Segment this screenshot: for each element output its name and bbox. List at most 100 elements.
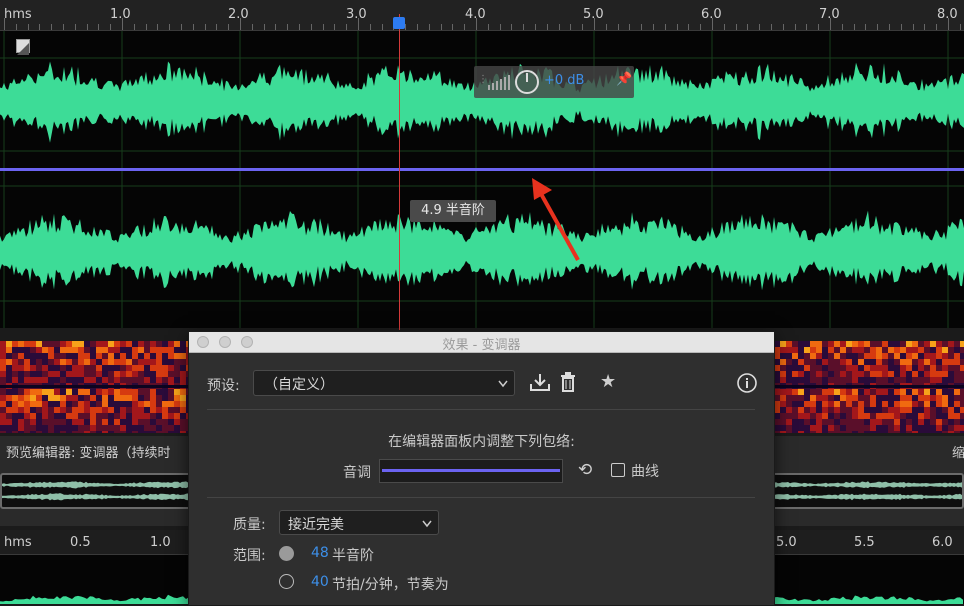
- spectral-cell: [798, 431, 804, 433]
- spectral-cell: [786, 431, 792, 433]
- spectral-cell: [138, 389, 144, 395]
- spectral-cell: [132, 419, 138, 425]
- preset-select[interactable]: （自定义）: [253, 370, 515, 396]
- spectral-cell: [894, 347, 900, 353]
- playhead-handle[interactable]: [393, 17, 405, 29]
- spectral-cell: [924, 365, 930, 371]
- spectral-cell: [66, 395, 72, 401]
- range-bpm-radio[interactable]: [279, 574, 294, 589]
- spectral-cell: [78, 341, 84, 347]
- spectral-cell: [834, 431, 840, 433]
- delete-preset-icon[interactable]: [559, 372, 577, 392]
- spectral-cell: [162, 365, 168, 371]
- spectral-cell: [894, 371, 900, 377]
- pin-icon[interactable]: 📌: [616, 72, 632, 87]
- spectral-cell: [798, 413, 804, 419]
- range-bpm-value[interactable]: 40: [311, 574, 329, 590]
- spectral-cell: [864, 407, 870, 413]
- dialog-titlebar[interactable]: 效果 - 变调器: [189, 332, 774, 353]
- spectral-cell: [36, 365, 42, 371]
- spectral-cell: [930, 371, 936, 377]
- spectral-cell: [906, 431, 912, 433]
- spectral-cell: [906, 419, 912, 425]
- spectral-cell: [828, 407, 834, 413]
- spectral-cell: [108, 431, 114, 433]
- ruler-tick: [912, 24, 914, 30]
- spectral-cell: [876, 413, 882, 419]
- pitch-envelope-preview[interactable]: [379, 459, 563, 483]
- spectral-cell: [54, 413, 60, 419]
- spectral-cell: [876, 371, 882, 377]
- spectral-cell: [960, 359, 964, 365]
- info-icon[interactable]: [737, 373, 757, 393]
- ruler-tick: [240, 18, 241, 30]
- spectral-cell: [108, 413, 114, 419]
- spectral-cell: [822, 359, 828, 365]
- zoom-toggle-icon[interactable]: [16, 39, 30, 55]
- spectral-cell: [168, 377, 174, 383]
- spectral-cell: [0, 425, 6, 431]
- range-semitones-value[interactable]: 48: [311, 545, 329, 561]
- spectral-cell: [954, 359, 960, 365]
- spectral-cell: [954, 341, 960, 347]
- reset-envelope-icon[interactable]: ⟲: [578, 460, 592, 480]
- spectral-cell: [42, 371, 48, 377]
- spectral-cell: [948, 341, 954, 347]
- spectral-cell: [90, 389, 96, 395]
- spectral-cell: [912, 407, 918, 413]
- spectral-cell: [954, 413, 960, 419]
- spectral-cell: [138, 347, 144, 353]
- spectral-cell: [960, 371, 964, 377]
- spectral-cell: [84, 347, 90, 353]
- curve-checkbox[interactable]: [611, 463, 625, 477]
- spectral-cell: [90, 359, 96, 365]
- save-preset-icon[interactable]: [529, 372, 551, 392]
- spectral-cell: [126, 395, 132, 401]
- spectral-cell: [786, 347, 792, 353]
- volume-knob-icon[interactable]: [514, 69, 540, 95]
- spectral-cell: [864, 395, 870, 401]
- spectral-cell: [96, 341, 102, 347]
- spectral-cell: [780, 353, 786, 359]
- spectral-cell: [132, 353, 138, 359]
- spectral-cell: [174, 353, 180, 359]
- spectral-cell: [870, 395, 876, 401]
- spectral-cell: [84, 413, 90, 419]
- playhead-line[interactable]: [399, 14, 400, 330]
- drag-handle-icon[interactable]: ⋮: [478, 74, 488, 85]
- volume-hud[interactable]: ⋮ +0 dB 📌: [474, 66, 634, 98]
- spectral-cell: [90, 431, 96, 433]
- spectral-cell: [804, 413, 810, 419]
- spectral-cell: [66, 377, 72, 383]
- spectral-cell: [114, 401, 120, 407]
- quality-select[interactable]: 接近完美: [279, 510, 439, 535]
- spectral-cell: [876, 401, 882, 407]
- spectral-cell: [828, 341, 834, 347]
- spectral-cell: [882, 395, 888, 401]
- spectral-cell: [90, 413, 96, 419]
- spectral-cell: [12, 431, 18, 433]
- spectral-cell: [144, 395, 150, 401]
- spectral-cell: [942, 401, 948, 407]
- gain-value[interactable]: +0 dB: [544, 73, 584, 88]
- ruler-tick: [653, 24, 654, 30]
- pitch-envelope-line[interactable]: [0, 168, 964, 171]
- ruler-tick: [4, 18, 5, 30]
- spectral-cell: [828, 425, 834, 431]
- timeline-ruler[interactable]: hms 1.0 2.0 3.0 4.0 5.0 6.0 7.0 8.0: [0, 0, 964, 31]
- spectral-cell: [72, 377, 78, 383]
- spectral-cell: [30, 395, 36, 401]
- spectral-cell: [12, 401, 18, 407]
- spectral-cell: [948, 353, 954, 359]
- spectral-cell: [780, 407, 786, 413]
- spectral-cell: [126, 377, 132, 383]
- range-semitones-radio[interactable]: [279, 546, 294, 561]
- spectral-cell: [114, 407, 120, 413]
- spectral-cell: [0, 389, 6, 395]
- chevron-down-icon: [422, 520, 432, 528]
- ruler-tick-label: 5.0: [776, 535, 797, 550]
- spectral-cell: [816, 377, 822, 383]
- favorite-star-icon[interactable]: ★: [600, 371, 616, 392]
- spectral-cell: [882, 347, 888, 353]
- spectral-cell: [60, 347, 66, 353]
